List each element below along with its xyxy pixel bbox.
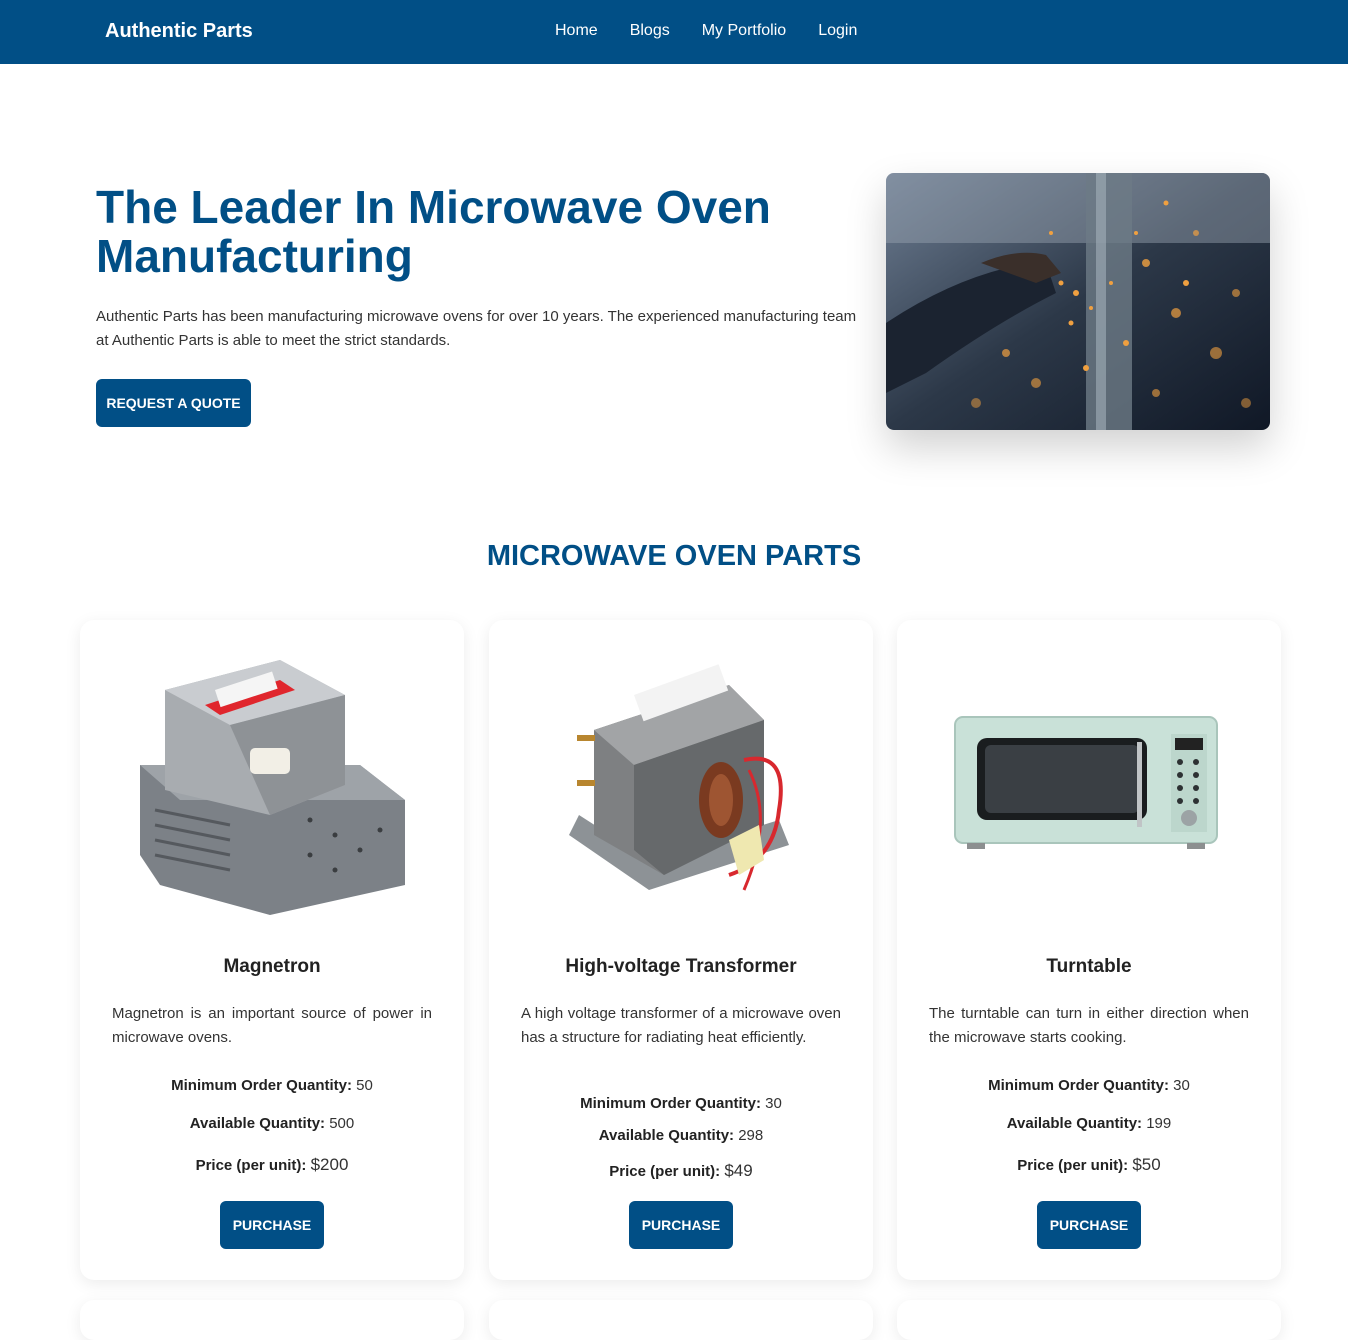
- hero-description: Authentic Parts has been manufacturing m…: [96, 308, 857, 349]
- card-description: Magnetron is an important source of powe…: [112, 1005, 432, 1046]
- brand-logo[interactable]: Authentic Parts: [105, 20, 253, 43]
- product-card-magnetron: Magnetron Magnetron is an important sour…: [80, 620, 464, 1280]
- card-title: Magnetron: [223, 956, 321, 977]
- turntable-microwave-image: [897, 650, 1281, 950]
- magnetron-image: [80, 650, 464, 950]
- nav-link-blogs[interactable]: Blogs: [630, 22, 670, 40]
- product-card-next-row: [489, 1300, 873, 1340]
- min-order-quantity: Minimum Order Quantity: 30: [988, 1077, 1190, 1094]
- card-title: High-voltage Transformer: [565, 956, 797, 977]
- product-card-next-row: [80, 1300, 464, 1340]
- available-quantity: Available Quantity: 500: [189, 1115, 355, 1132]
- unit-price: Price (per unit): $49: [609, 1161, 753, 1180]
- purchase-button[interactable]: PURCHASE: [629, 1201, 733, 1249]
- product-card-transformer: High-voltage Transformer A high voltage …: [489, 620, 873, 1280]
- hero-image-welding-sparks: [886, 173, 1270, 430]
- parts-section-title: MICROWAVE OVEN PARTS: [486, 540, 862, 572]
- nav-link-login[interactable]: Login: [818, 22, 857, 40]
- purchase-button[interactable]: PURCHASE: [1037, 1201, 1141, 1249]
- card-description: A high voltage transformer of a microwav…: [521, 1005, 841, 1046]
- nav-link-portfolio[interactable]: My Portfolio: [702, 22, 786, 40]
- product-card-next-row: [897, 1300, 1281, 1340]
- nav-links: Home Blogs My Portfolio Login: [555, 22, 857, 40]
- navbar: Authentic Parts Home Blogs My Portfolio …: [0, 0, 1348, 64]
- hero-title: The Leader In Microwave Oven Manufacturi…: [96, 181, 771, 282]
- unit-price: Price (per unit): $50: [1017, 1155, 1161, 1174]
- unit-price: Price (per unit): $200: [195, 1155, 349, 1174]
- hero-section: The Leader In Microwave Oven Manufacturi…: [96, 183, 861, 427]
- purchase-button[interactable]: PURCHASE: [220, 1201, 324, 1249]
- card-description: The turntable can turn in either directi…: [929, 1005, 1249, 1046]
- available-quantity: Available Quantity: 298: [598, 1127, 764, 1144]
- min-order-quantity: Minimum Order Quantity: 30: [580, 1095, 782, 1112]
- available-quantity: Available Quantity: 199: [1006, 1115, 1172, 1132]
- min-order-quantity: Minimum Order Quantity: 50: [171, 1077, 373, 1094]
- product-card-turntable: Turntable The turntable can turn in eith…: [897, 620, 1281, 1280]
- nav-link-home[interactable]: Home: [555, 22, 598, 40]
- transformer-image: [489, 650, 873, 950]
- request-quote-button[interactable]: REQUEST A QUOTE: [96, 379, 251, 427]
- card-title: Turntable: [1046, 956, 1132, 977]
